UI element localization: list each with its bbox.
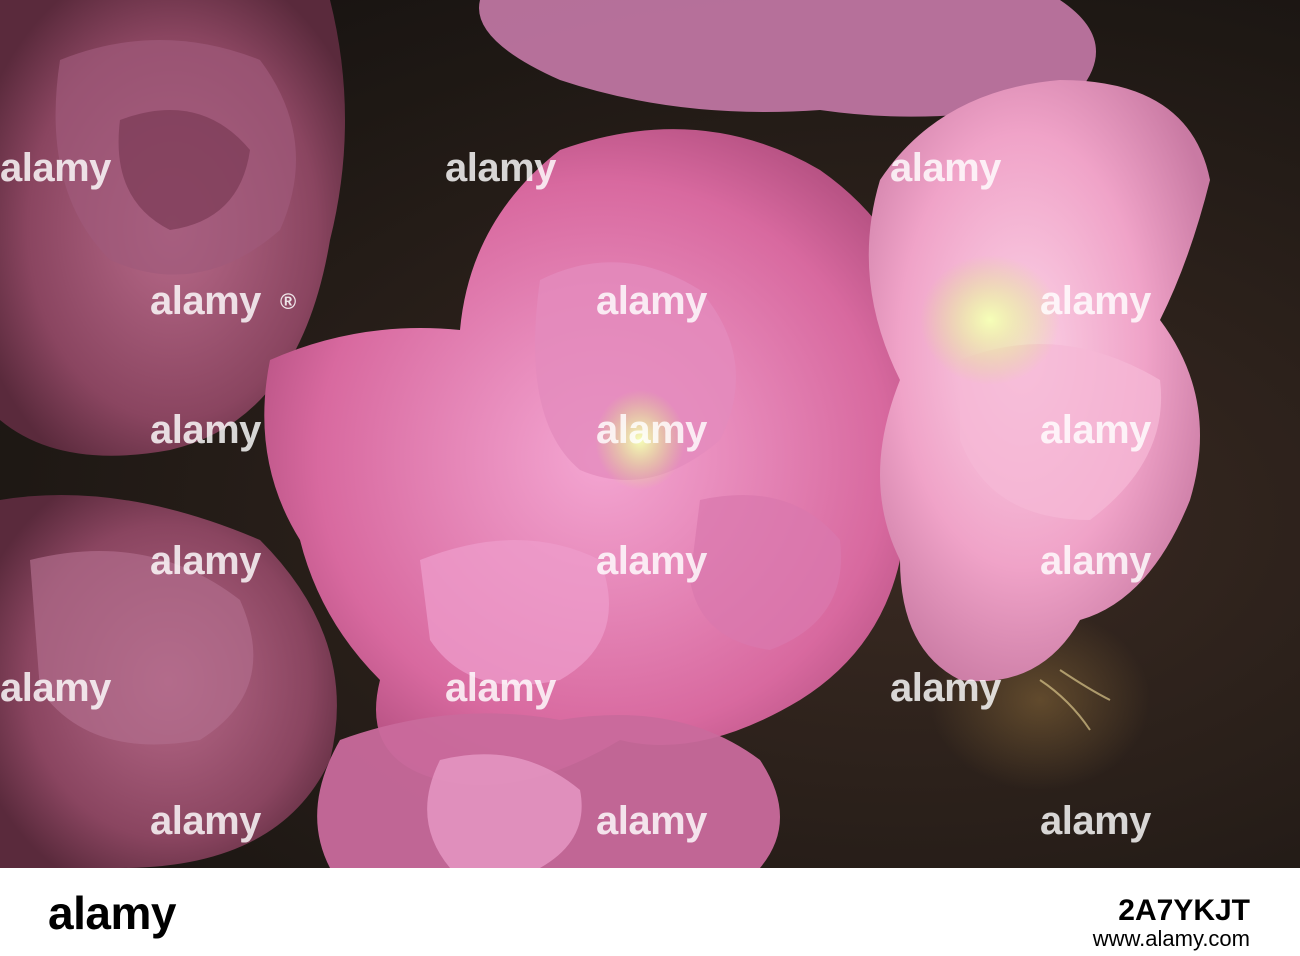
site-url[interactable]: www.alamy.com: [1093, 926, 1250, 952]
watermark-text: alamy: [1040, 539, 1151, 583]
watermark-text: alamy: [150, 539, 261, 583]
image-id: 2A7YKJT: [1118, 894, 1250, 927]
pink-flower-center: [264, 129, 940, 785]
watermark-text: alamy: [596, 408, 707, 452]
alamy-logo: alamy: [48, 887, 176, 939]
watermark-dot: ®: [280, 289, 297, 314]
footer-bar: alamy 2A7YKJT www.alamy.com: [0, 868, 1300, 956]
watermark-row: alamy ® alamy alamy: [0, 279, 1300, 323]
watermark-text: alamy: [596, 539, 707, 583]
watermark-text: alamy: [890, 666, 1001, 710]
stock-photo-frame: alamy ® alamy alamy alamy alamy alamy al…: [0, 0, 1300, 956]
watermark-row: alamy alamy alamy: [0, 146, 1300, 190]
watermark-text: alamy: [1040, 408, 1151, 452]
watermark-text: alamy: [1040, 279, 1151, 323]
watermark-row: alamy alamy alamy: [0, 408, 1300, 452]
watermark-text: alamy: [596, 279, 707, 323]
watermark-text: alamy: [0, 666, 111, 710]
watermark-row: alamy alamy alamy: [0, 799, 1300, 843]
flower-photo: alamy ® alamy alamy alamy alamy alamy al…: [0, 0, 1300, 868]
watermark-text: alamy: [596, 799, 707, 843]
watermark-text: alamy: [890, 146, 1001, 190]
watermark-text: alamy: [150, 408, 261, 452]
watermark-text: alamy: [150, 279, 261, 323]
pink-flower-bottom: [317, 713, 780, 868]
watermark-row: alamy alamy alamy: [0, 539, 1300, 583]
watermark-text: alamy: [445, 146, 556, 190]
watermark-row: alamy alamy alamy: [0, 666, 1300, 710]
watermark-text: alamy: [445, 666, 556, 710]
watermark-text: alamy: [1040, 799, 1151, 843]
watermark-text: alamy: [150, 799, 261, 843]
watermark-text: alamy: [0, 146, 111, 190]
